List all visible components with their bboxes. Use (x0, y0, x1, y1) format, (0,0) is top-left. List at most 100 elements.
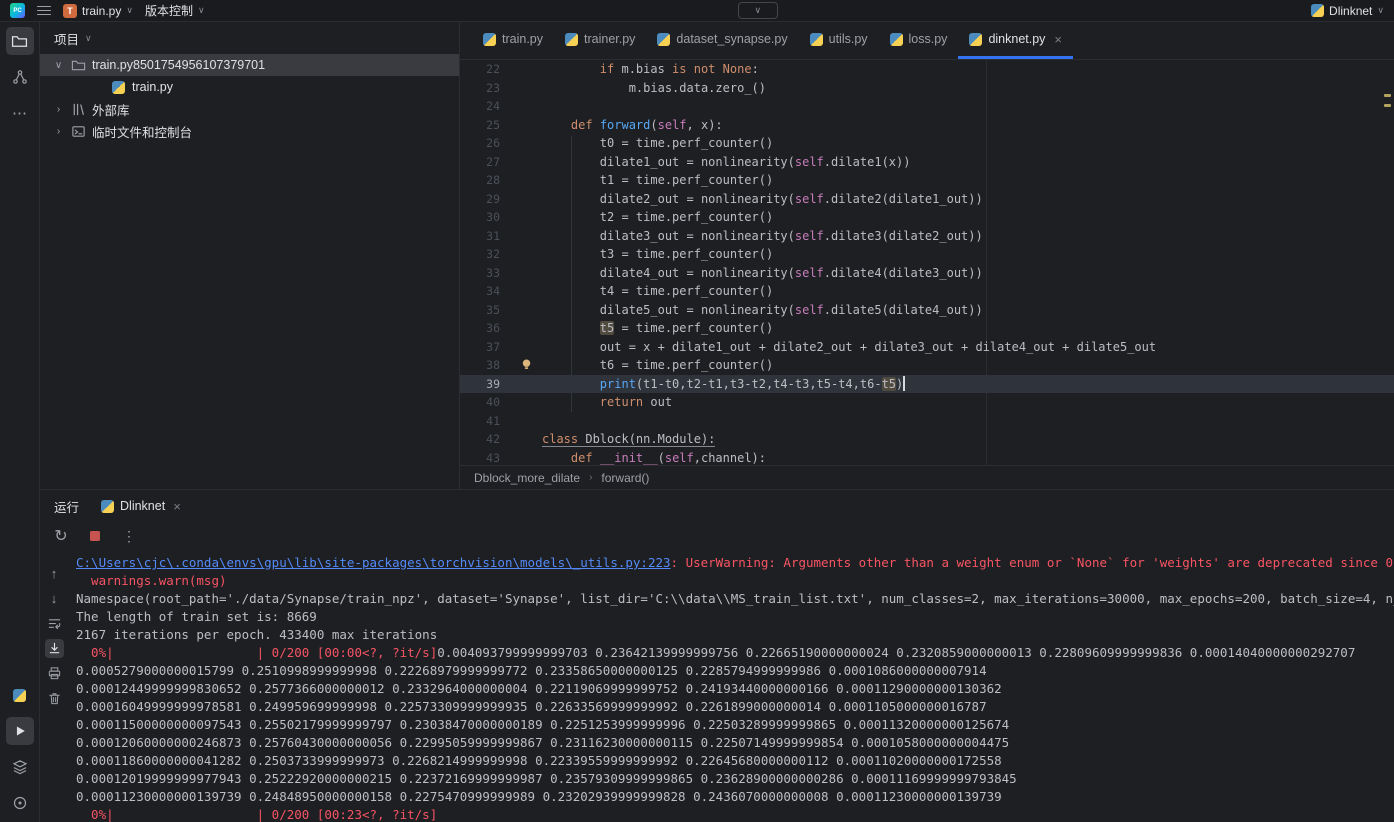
editor-tab-dataset_synapse-py[interactable]: dataset_synapse.py (646, 22, 798, 59)
editor-tab-utils-py[interactable]: utils.py (799, 22, 879, 59)
close-icon[interactable]: × (1054, 32, 1062, 47)
down-stack-trace-button[interactable]: ↓ (45, 589, 64, 608)
more-tool-windows-icon[interactable]: ⋯ (6, 99, 34, 127)
rerun-button[interactable]: ↻ (52, 527, 70, 545)
code-text: print(t1-t0,t2-t1,t3-t2,t4-t3,t5-t4,t6-t… (516, 375, 905, 394)
code-line[interactable]: 42class Dblock(nn.Module): (460, 430, 1394, 449)
editor-tab-train-py[interactable]: train.py (472, 22, 554, 59)
code-text: out = x + dilate1_out + dilate2_out + di… (516, 338, 1156, 357)
analysis-marker (1384, 94, 1391, 97)
up-stack-trace-button[interactable]: ↑ (45, 564, 64, 583)
run-tool-icon[interactable] (6, 717, 34, 745)
run-config-widget[interactable]: Dlinknet ∨ (1311, 4, 1384, 18)
python-packages-tool-icon[interactable] (6, 681, 34, 709)
toolbar-dropdown[interactable]: ∨ (738, 2, 779, 19)
chevron-down-icon: ∨ (1377, 5, 1384, 16)
tool-window-strip: ⋯ (0, 22, 40, 822)
code-line[interactable]: 25 def forward(self, x): (460, 116, 1394, 135)
code-line[interactable]: 32 t3 = time.perf_counter() (460, 245, 1394, 264)
console-line: Namespace(root_path='./data/Synapse/trai… (76, 590, 1394, 608)
code-line[interactable]: 36 t5 = time.perf_counter() (460, 319, 1394, 338)
close-icon[interactable]: × (173, 499, 181, 514)
stop-icon (90, 531, 100, 541)
code-line[interactable]: 23 m.bias.data.zero_() (460, 79, 1394, 98)
tree-item[interactable]: ∨ train.py8501754956107379701 (40, 54, 459, 76)
print-button[interactable] (45, 664, 64, 683)
tab-label: dataset_synapse.py (676, 32, 787, 46)
line-number: 27 (460, 153, 516, 172)
code-line[interactable]: 37 out = x + dilate1_out + dilate2_out +… (460, 338, 1394, 357)
project-panel: 项目 ∨ ∨ train.py8501754956107379701 train.p… (40, 22, 460, 489)
vcs-widget[interactable]: 版本控制 ∨ (145, 2, 205, 19)
main-menu-icon[interactable] (37, 6, 51, 16)
endpoints-tool-icon[interactable] (6, 789, 34, 817)
editor-tab-trainer-py[interactable]: trainer.py (554, 22, 646, 59)
breadcrumb-method[interactable]: forward() (601, 471, 649, 485)
tree-item-label: train.py (132, 80, 173, 94)
scratch-icon (70, 123, 87, 140)
code-text: class Dblock(nn.Module): (516, 430, 715, 449)
code-line[interactable]: 43 def __init__(self,channel): (460, 449, 1394, 466)
console-text: Namespace(root_path='./data/Synapse/trai… (76, 591, 1394, 606)
code-line[interactable]: 38 t6 = time.perf_counter() (460, 356, 1394, 375)
console-text: 0%| | 0/200 [00:00<?, ?it/s] (76, 645, 437, 660)
python-icon (810, 33, 823, 46)
tree-item-label: train.py8501754956107379701 (92, 58, 265, 72)
code-line[interactable]: 26 t0 = time.perf_counter() (460, 134, 1394, 153)
intention-bulb-icon[interactable] (520, 358, 534, 372)
code-text: t6 = time.perf_counter() (516, 356, 773, 375)
services-tool-icon[interactable] (6, 753, 34, 781)
line-number: 38 (460, 356, 516, 375)
code-line[interactable]: 22 if m.bias is not None: (460, 60, 1394, 79)
tree-chevron-icon[interactable]: › (52, 104, 65, 115)
console-file-link[interactable]: C:\Users\cjc\.conda\envs\gpu\lib\site-pa… (76, 555, 671, 570)
tree-item[interactable]: train.py (40, 76, 459, 98)
code-line[interactable]: 31 dilate3_out = nonlinearity(self.dilat… (460, 227, 1394, 246)
line-number: 26 (460, 134, 516, 153)
stop-button[interactable] (86, 527, 104, 545)
code-line[interactable]: 28 t1 = time.perf_counter() (460, 171, 1394, 190)
project-panel-header[interactable]: 项目 ∨ (40, 22, 459, 54)
console-line: warnings.warn(msg) (76, 572, 1394, 590)
code-text (516, 97, 542, 116)
code-line[interactable]: 30 t2 = time.perf_counter() (460, 208, 1394, 227)
run-panel-title[interactable]: 运行 (54, 497, 79, 516)
code-editor[interactable]: 22 if m.bias is not None:23 m.bias.data.… (460, 60, 1394, 465)
python-icon (483, 33, 496, 46)
editor-tab-dinknet-py[interactable]: dinknet.py× (958, 22, 1073, 59)
breadcrumb-class[interactable]: Dblock_more_dilate (474, 471, 580, 485)
code-text: dilate3_out = nonlinearity(self.dilate3(… (516, 227, 983, 246)
structure-tool-icon[interactable] (6, 63, 34, 91)
code-text: dilate1_out = nonlinearity(self.dilate1(… (516, 153, 910, 172)
tree-chevron-icon[interactable]: ∨ (52, 60, 65, 71)
more-options-button[interactable]: ⋮ (120, 527, 138, 545)
console-output: C:\Users\cjc\.conda\envs\gpu\lib\site-pa… (68, 550, 1394, 822)
code-line[interactable]: 27 dilate1_out = nonlinearity(self.dilat… (460, 153, 1394, 172)
tree-item[interactable]: ›外部库 (40, 98, 459, 120)
line-number: 25 (460, 116, 516, 135)
titlebar: PC T train.py ∨ 版本控制 ∨ ∨ Dlinknet ∨ (0, 0, 1394, 22)
soft-wrap-button[interactable] (45, 614, 64, 633)
tree-chevron-icon[interactable]: › (52, 126, 65, 137)
code-text (516, 412, 542, 431)
project-tool-icon[interactable] (6, 27, 34, 55)
chevron-down-icon: ∨ (198, 5, 205, 16)
project-widget[interactable]: T train.py ∨ (63, 4, 133, 18)
clear-console-button[interactable] (45, 689, 64, 708)
scroll-to-end-button[interactable] (45, 639, 64, 658)
code-line[interactable]: 40 return out (460, 393, 1394, 412)
code-line[interactable]: 33 dilate4_out = nonlinearity(self.dilat… (460, 264, 1394, 283)
code-line[interactable]: 24 (460, 97, 1394, 116)
code-text: def forward(self, x): (516, 116, 723, 135)
code-line[interactable]: 29 dilate2_out = nonlinearity(self.dilat… (460, 190, 1394, 209)
tree-item[interactable]: ›临时文件和控制台 (40, 120, 459, 142)
code-text: t1 = time.perf_counter() (516, 171, 773, 190)
run-tab-dlinknet[interactable]: Dlinknet × (101, 499, 181, 514)
code-line[interactable]: 35 dilate5_out = nonlinearity(self.dilat… (460, 301, 1394, 320)
editor-tab-loss-py[interactable]: loss.py (879, 22, 959, 59)
pycharm-window: PC T train.py ∨ 版本控制 ∨ ∨ Dlinknet ∨ (0, 0, 1394, 822)
code-line[interactable]: 34 t4 = time.perf_counter() (460, 282, 1394, 301)
code-line[interactable]: 39 print(t1-t0,t2-t1,t3-t2,t4-t3,t5-t4,t… (460, 375, 1394, 394)
chevron-down-icon: ∨ (85, 33, 92, 44)
code-line[interactable]: 41 (460, 412, 1394, 431)
